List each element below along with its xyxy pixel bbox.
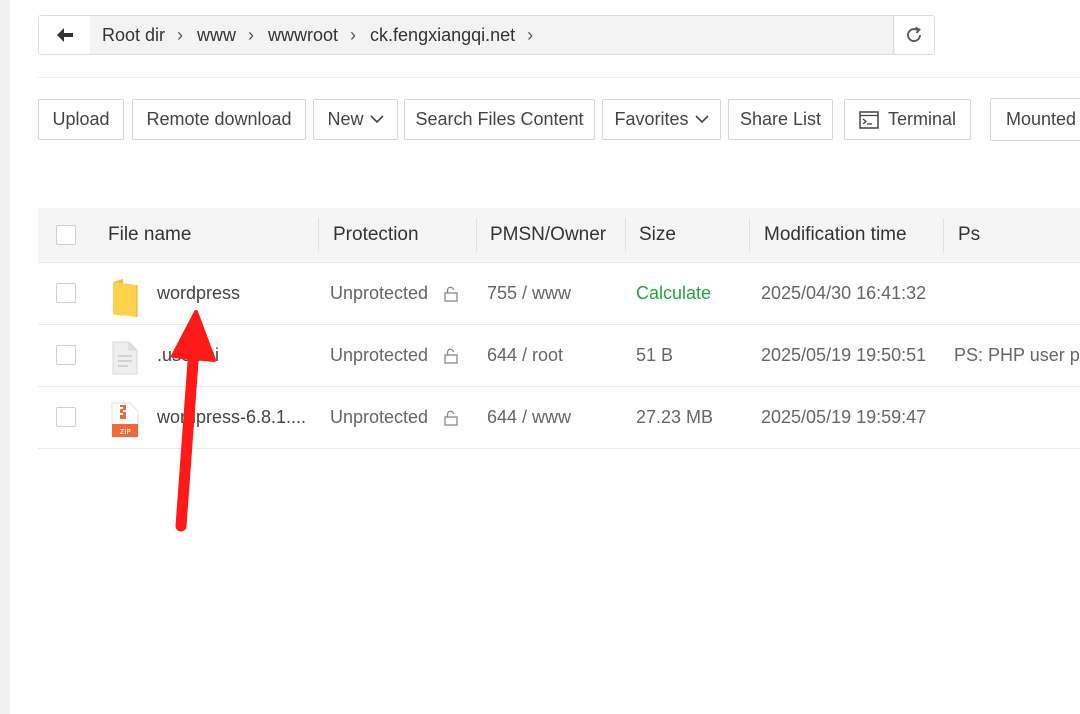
pmsn-owner[interactable]: 755 / www <box>487 263 571 324</box>
header-size[interactable]: Size <box>639 208 676 262</box>
header-pmsn-owner[interactable]: PMSN/Owner <box>490 208 606 262</box>
calculate-size-link[interactable]: Calculate <box>636 263 711 324</box>
protection-status[interactable]: Unprotected <box>330 263 459 324</box>
folder-icon <box>113 279 138 317</box>
favorites-button-label: Favorites <box>614 109 689 129</box>
protection-label: Unprotected <box>330 407 429 427</box>
row-checkbox[interactable] <box>56 407 76 427</box>
table-header: File name Protection PMSN/Owner Size Mod… <box>38 208 1080 263</box>
refresh-icon <box>907 26 921 42</box>
breadcrumb-root[interactable]: Root dir <box>98 25 169 46</box>
breadcrumb: Root dir › www › wwwroot › ck.fengxiangq… <box>90 16 895 54</box>
breadcrumb-www[interactable]: www <box>193 25 240 46</box>
mounted-button[interactable]: Mounted <box>990 98 1080 141</box>
chevron-down-icon <box>369 115 384 124</box>
pmsn-owner[interactable]: 644 / root <box>487 325 563 386</box>
unlock-icon <box>444 348 458 364</box>
file-size: 51 B <box>636 345 674 365</box>
protection-label: Unprotected <box>330 345 429 365</box>
favorites-button[interactable]: Favorites <box>602 99 721 140</box>
terminal-icon <box>859 110 879 129</box>
header-file-name[interactable]: File name <box>108 208 191 262</box>
unlock-icon <box>444 286 458 302</box>
left-gutter <box>0 0 10 714</box>
table-row[interactable]: .user.ini Unprotected 644 / root 51 B 20… <box>38 325 1080 387</box>
back-arrow-icon <box>56 28 73 42</box>
table-row[interactable]: ZIP wordpress-6.8.1.... Unprotected 644 … <box>38 387 1080 449</box>
back-button[interactable] <box>39 16 91 54</box>
breadcrumb-wwwroot[interactable]: wwwroot <box>264 25 342 46</box>
chevron-right-icon: › <box>248 24 255 45</box>
chevron-right-icon: › <box>527 24 534 45</box>
file-name-link[interactable]: wordpress <box>157 263 240 324</box>
column-separator <box>318 218 319 252</box>
protection-status[interactable]: Unprotected <box>330 325 459 386</box>
chevron-down-icon <box>694 115 709 124</box>
ps-note[interactable]: PS: PHP user pro <box>954 325 1080 386</box>
file-name-link[interactable]: wordpress-6.8.1.... <box>157 387 306 448</box>
table-row[interactable]: wordpress Unprotected 755 / www Calculat… <box>38 263 1080 325</box>
file-size: 27.23 MB <box>636 407 714 427</box>
column-separator <box>749 218 750 252</box>
breadcrumb-site[interactable]: ck.fengxiangqi.net <box>366 25 519 46</box>
divider <box>38 77 1080 78</box>
remote-download-button[interactable]: Remote download <box>132 99 306 140</box>
refresh-button[interactable] <box>893 16 934 54</box>
text-file-icon <box>112 341 138 375</box>
header-protection[interactable]: Protection <box>333 208 419 262</box>
path-bar: Root dir › www › wwwroot › ck.fengxiangq… <box>38 15 935 55</box>
new-button-label: New <box>327 109 364 129</box>
unlock-icon <box>444 410 458 426</box>
row-checkbox[interactable] <box>56 283 76 303</box>
column-separator <box>943 218 944 252</box>
chevron-right-icon: › <box>177 24 184 45</box>
new-button[interactable]: New <box>313 99 398 140</box>
zip-file-icon: ZIP <box>111 402 139 438</box>
file-name-link[interactable]: .user.ini <box>157 325 219 386</box>
terminal-button[interactable]: Terminal <box>844 99 971 140</box>
chevron-right-icon: › <box>350 24 357 45</box>
upload-button[interactable]: Upload <box>38 99 124 140</box>
protection-status[interactable]: Unprotected <box>330 387 459 448</box>
modification-time: 2025/05/19 19:50:51 <box>761 345 927 365</box>
select-all-checkbox[interactable] <box>56 225 76 245</box>
svg-text:ZIP: ZIP <box>119 428 130 436</box>
search-files-content-button[interactable]: Search Files Content <box>404 99 595 140</box>
row-checkbox[interactable] <box>56 345 76 365</box>
column-separator <box>625 218 626 252</box>
modification-time: 2025/05/19 19:59:47 <box>761 407 927 427</box>
share-list-button[interactable]: Share List <box>728 99 833 140</box>
terminal-button-label: Terminal <box>887 109 957 129</box>
column-separator <box>476 218 477 252</box>
pmsn-owner[interactable]: 644 / www <box>487 387 571 448</box>
header-modification-time[interactable]: Modification time <box>764 208 907 262</box>
header-ps[interactable]: Ps <box>958 208 980 262</box>
modification-time: 2025/04/30 16:41:32 <box>761 283 927 303</box>
protection-label: Unprotected <box>330 283 429 303</box>
